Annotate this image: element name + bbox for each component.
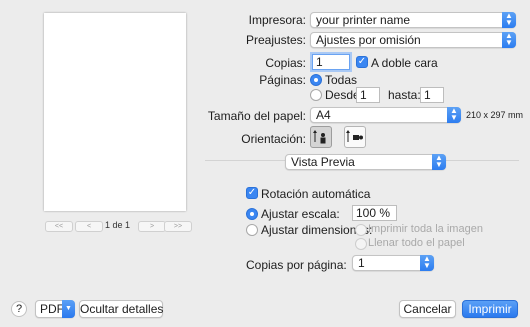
pages-from-field[interactable]: 1 (356, 87, 380, 103)
portrait-person-icon (313, 130, 326, 144)
auto-rotate-checkbox[interactable]: ✓ (246, 187, 258, 199)
help-icon: ? (15, 303, 23, 315)
copies-per-page-label: Copias por página: (246, 258, 347, 272)
pdf-label: PDF (40, 302, 64, 316)
chevron-updown-icon: ▲ ▼ (447, 107, 461, 123)
paper-dimensions: 210 x 297 mm (466, 110, 524, 120)
printer-label: Impresora: (248, 13, 306, 27)
page-preview (44, 13, 186, 211)
page-counter: 1 de 1 (105, 220, 131, 230)
fill-paper-radio[interactable] (355, 238, 367, 250)
fit-radio[interactable] (246, 224, 258, 236)
chevron-down-icon: ▼ (62, 300, 75, 318)
hide-details-button[interactable]: Ocultar detalles (79, 300, 163, 318)
paper-size-value: A4 (316, 108, 331, 122)
duplex-label: A doble cara (371, 56, 438, 70)
pages-label: Páginas: (259, 73, 306, 87)
section-select[interactable]: Vista Previa ▲ ▼ (285, 154, 446, 170)
printer-select[interactable]: your printer name ▲ ▼ (310, 12, 516, 28)
chevron-updown-icon: ▲ ▼ (502, 32, 516, 48)
duplex-checkbox[interactable]: ✓ (356, 56, 368, 68)
section-value: Vista Previa (291, 155, 355, 169)
chevron-updown-icon: ▲ ▼ (502, 12, 516, 28)
pages-to-label: hasta: (388, 88, 421, 102)
printer-value: your printer name (316, 13, 411, 27)
copies-per-page-value: 1 (358, 256, 365, 270)
copies-label: Copias: (265, 56, 306, 70)
scale-label: Ajustar escala: (261, 207, 340, 221)
prev-page-button[interactable]: < (75, 221, 103, 232)
first-page-button[interactable]: << (45, 221, 73, 232)
last-page-button[interactable]: >> (164, 221, 192, 232)
auto-rotate-label: Rotación automática (261, 187, 371, 201)
pages-to-field[interactable]: 1 (420, 87, 444, 103)
paper-size-label: Tamaño del papel: (207, 109, 306, 123)
presets-label: Preajustes: (245, 33, 306, 47)
scale-radio[interactable] (246, 208, 258, 220)
chevron-updown-icon: ▲ ▼ (432, 154, 446, 170)
chevron-updown-icon: ▲ ▼ (420, 255, 434, 271)
presets-value: Ajustes por omisión (316, 33, 421, 47)
fill-paper-label: Llenar todo el papel (368, 237, 465, 249)
print-button[interactable]: Imprimir (462, 300, 518, 318)
copies-field[interactable]: 1 (312, 54, 350, 70)
pages-all-label: Todas (325, 73, 358, 87)
scale-field[interactable]: 100 % (352, 205, 397, 221)
pdf-button[interactable]: PDF ▼ (35, 300, 75, 318)
paper-size-select[interactable]: A4 ▲ ▼ (310, 107, 461, 123)
print-entire-label: Imprimir toda la imagen (368, 223, 483, 235)
landscape-orientation-button[interactable] (344, 126, 366, 148)
pages-all-radio[interactable] (310, 74, 322, 86)
print-entire-radio[interactable] (355, 224, 367, 236)
landscape-person-icon (346, 130, 363, 142)
portrait-orientation-button[interactable] (310, 126, 332, 148)
cancel-button[interactable]: Cancelar (399, 300, 456, 318)
copies-per-page-select[interactable]: 1 ▲ ▼ (352, 255, 434, 271)
orientation-label: Orientación: (241, 132, 306, 146)
help-button[interactable]: ? (11, 301, 27, 317)
next-page-button[interactable]: > (138, 221, 166, 232)
pages-range-radio[interactable] (310, 89, 322, 101)
presets-select[interactable]: Ajustes por omisión ▲ ▼ (310, 32, 516, 48)
